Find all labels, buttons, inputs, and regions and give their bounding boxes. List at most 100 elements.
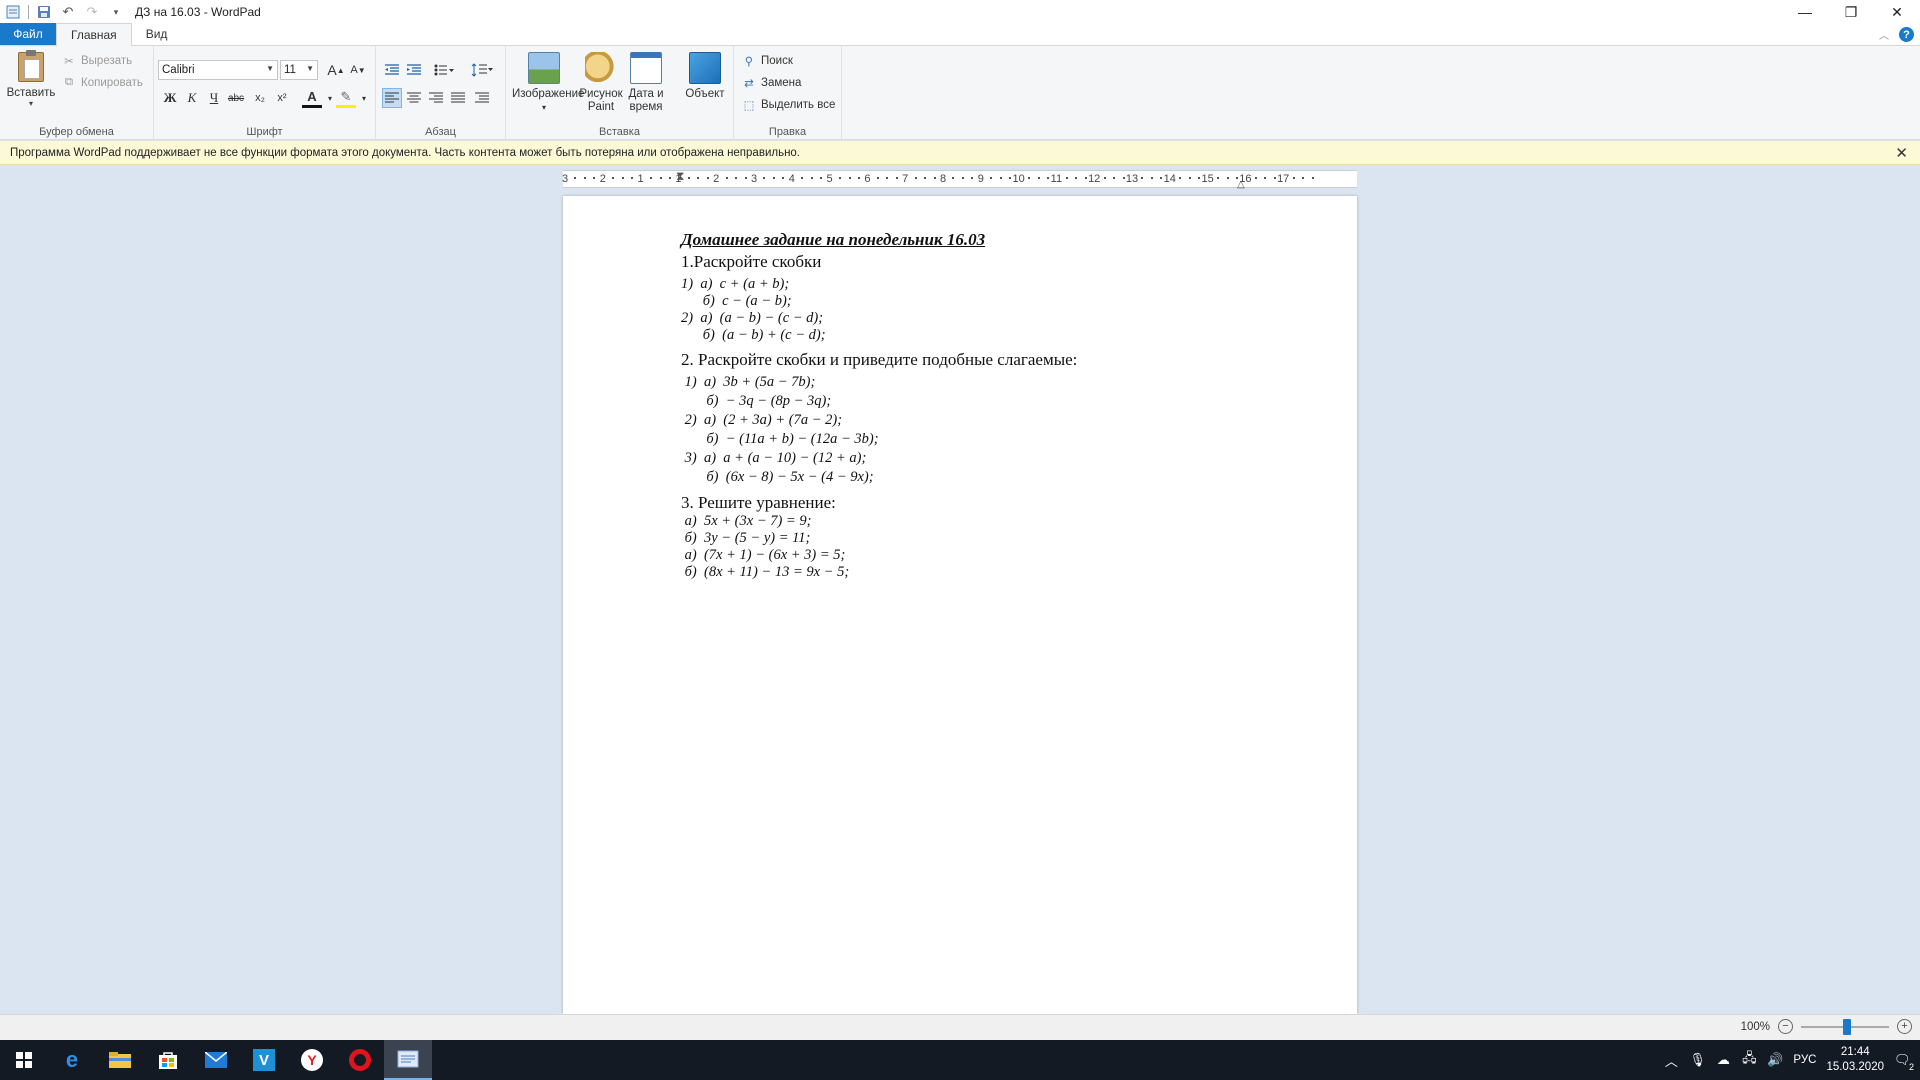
find-label: Поиск <box>761 55 793 67</box>
title-bar: ↶ ↷ ▾ ДЗ на 16.03 - WordPad — ❐ ✕ <box>0 0 1920 24</box>
right-indent-marker[interactable]: △ <box>1237 179 1245 190</box>
edge-taskbar-button[interactable]: e <box>48 1040 96 1080</box>
line-spacing-icon[interactable] <box>468 60 496 80</box>
start-button[interactable] <box>0 1040 48 1080</box>
zoom-slider-thumb[interactable] <box>1843 1018 1851 1035</box>
explorer-taskbar-button[interactable] <box>96 1040 144 1080</box>
quick-access-toolbar: ↶ ↷ ▾ <box>0 3 125 21</box>
info-bar-message: Программа WordPad поддерживает не все фу… <box>10 146 801 159</box>
select-all-button[interactable]: ⬚ Выделить все <box>742 98 836 112</box>
close-button[interactable]: ✕ <box>1874 0 1920 24</box>
insert-image-button[interactable]: Изображение ▾ <box>512 52 584 114</box>
document-page[interactable]: Домашнее задание на понедельник 16.03 1.… <box>563 196 1357 1014</box>
bullet-list-icon[interactable] <box>430 60 458 80</box>
document-content[interactable]: Домашнее задание на понедельник 16.03 1.… <box>681 230 1077 581</box>
underline-button[interactable]: Ч <box>204 88 224 108</box>
image-dropdown-icon[interactable]: ▾ <box>512 101 576 114</box>
cut-button[interactable]: ✂ Вырезать <box>62 54 132 68</box>
chevron-down-icon: ▼ <box>306 64 314 73</box>
zoom-in-icon[interactable]: + <box>1897 1019 1912 1034</box>
zoom-out-icon[interactable]: − <box>1778 1019 1793 1034</box>
network-icon[interactable]: 🖧 <box>1741 1049 1757 1071</box>
font-size-select[interactable]: 11 ▼ <box>280 60 318 80</box>
ruler-label: 11 <box>1050 173 1063 185</box>
clock-time: 21:44 <box>1840 1046 1870 1058</box>
clipboard-group: Вставить ▾ ✂ Вырезать ⧉ Копировать Буфер… <box>0 46 154 140</box>
tab-file[interactable]: Файл <box>0 23 56 45</box>
increase-indent-icon[interactable] <box>404 60 424 80</box>
text-color-button[interactable]: A <box>302 88 322 108</box>
opera-taskbar-button[interactable] <box>336 1040 384 1080</box>
highlight-icon[interactable]: ✎ <box>336 88 356 108</box>
compatibility-info-bar: Программа WordPad поддерживает не все фу… <box>0 141 1920 165</box>
highlight-dropdown-icon[interactable]: ▾ <box>354 88 374 108</box>
paste-dropdown-icon[interactable]: ▾ <box>6 99 56 108</box>
superscript-button[interactable]: x² <box>272 88 292 108</box>
notification-center-icon[interactable]: 🗨 2 <box>1894 1052 1914 1072</box>
undo-icon[interactable]: ↶ <box>59 3 77 21</box>
document-heading: Домашнее задание на понедельник 16.03 <box>681 230 986 249</box>
wordpad-taskbar-button[interactable] <box>384 1040 432 1080</box>
onedrive-icon[interactable]: ☁ <box>1715 1052 1731 1068</box>
zoom-slider[interactable] <box>1801 1018 1889 1035</box>
maximize-button[interactable]: ❐ <box>1828 0 1874 24</box>
collapse-ribbon-icon[interactable]: ︿ <box>1879 27 1889 42</box>
ruler[interactable]: 3 2 1 1 2 3 4 5 6 7 8 9 10 11 12 13 14 15 16 17 ⧗ △ <box>562 169 1357 190</box>
mail-taskbar-button[interactable] <box>192 1040 240 1080</box>
insert-object-button[interactable]: Объект <box>682 52 728 101</box>
left-indent-marker[interactable]: ⧗ <box>676 169 684 184</box>
shrink-font-button[interactable]: A ▼ <box>348 60 368 80</box>
store-icon <box>159 1052 177 1069</box>
justify-icon[interactable] <box>448 88 468 108</box>
decrease-indent-icon[interactable] <box>382 60 402 80</box>
opera-icon <box>349 1049 371 1071</box>
replace-button[interactable]: ⇄ Замена <box>742 76 801 90</box>
copy-button[interactable]: ⧉ Копировать <box>62 76 143 89</box>
volume-icon[interactable]: 🔊 <box>1767 1052 1783 1068</box>
store-taskbar-button[interactable] <box>144 1040 192 1080</box>
system-tray: ︿ 🎙 ☁ 🖧 🔊 РУС 21:44 15.03.2020 🗨 2 <box>1663 1040 1920 1080</box>
tab-view[interactable]: Вид <box>132 23 182 45</box>
bold-button[interactable]: Ж <box>160 88 180 108</box>
section-2-title: 2. Раскройте скобки и приведите подобные… <box>681 350 1078 369</box>
align-left-icon[interactable] <box>382 88 402 108</box>
wordpad-app-icon[interactable] <box>4 3 22 21</box>
save-icon[interactable] <box>35 3 53 21</box>
paragraph-settings-icon[interactable] <box>472 88 492 108</box>
redo-icon[interactable]: ↷ <box>83 3 101 21</box>
insert-paint-button[interactable]: Рисунок Paint <box>578 52 624 114</box>
customize-qat-icon[interactable]: ▾ <box>107 3 125 21</box>
align-center-icon[interactable] <box>404 88 424 108</box>
font-family-select[interactable]: Calibri ▼ <box>158 60 278 80</box>
paste-button[interactable]: Вставить ▾ <box>6 50 56 108</box>
section-3-title: 3. Решите уравнение: <box>681 493 836 512</box>
minimize-button[interactable]: — <box>1782 0 1828 24</box>
image-icon <box>528 52 560 84</box>
align-right-icon[interactable] <box>426 88 446 108</box>
ruler-tick <box>1150 177 1153 179</box>
grow-font-icon: A <box>327 62 337 78</box>
help-icon[interactable]: ? <box>1899 27 1914 42</box>
find-button[interactable]: ⚲ Поиск <box>742 54 793 68</box>
tab-home[interactable]: Главная <box>56 23 132 46</box>
chevron-up-icon[interactable]: ︿ <box>1663 1051 1679 1070</box>
microphone-icon[interactable]: 🎙 <box>1689 1052 1706 1068</box>
ruler-label: 1 <box>637 173 644 185</box>
insert-datetime-button[interactable]: Дата и время <box>626 52 666 114</box>
ruler-tick <box>687 177 690 179</box>
select-all-icon: ⬚ <box>743 100 755 112</box>
yandex-taskbar-button[interactable]: Y <box>288 1040 336 1080</box>
subscript-button[interactable]: x₂ <box>250 88 270 108</box>
ruler-tick <box>952 177 955 179</box>
replace-label: Замена <box>761 77 802 89</box>
paragraph-group-label: Абзац <box>425 126 456 138</box>
font-family-value: Calibri <box>162 64 195 76</box>
clock[interactable]: 21:44 15.03.2020 <box>1826 1045 1884 1075</box>
v-app-taskbar-button[interactable]: V <box>240 1040 288 1080</box>
grow-font-button[interactable]: A ▲ <box>326 60 346 80</box>
strikethrough-button[interactable]: abc <box>226 88 246 108</box>
language-indicator[interactable]: РУС <box>1793 1054 1816 1066</box>
zoom-level[interactable]: 100% <box>1741 1021 1770 1033</box>
close-info-bar-icon[interactable]: ✕ <box>1895 144 1908 162</box>
italic-button[interactable]: К <box>182 88 202 108</box>
